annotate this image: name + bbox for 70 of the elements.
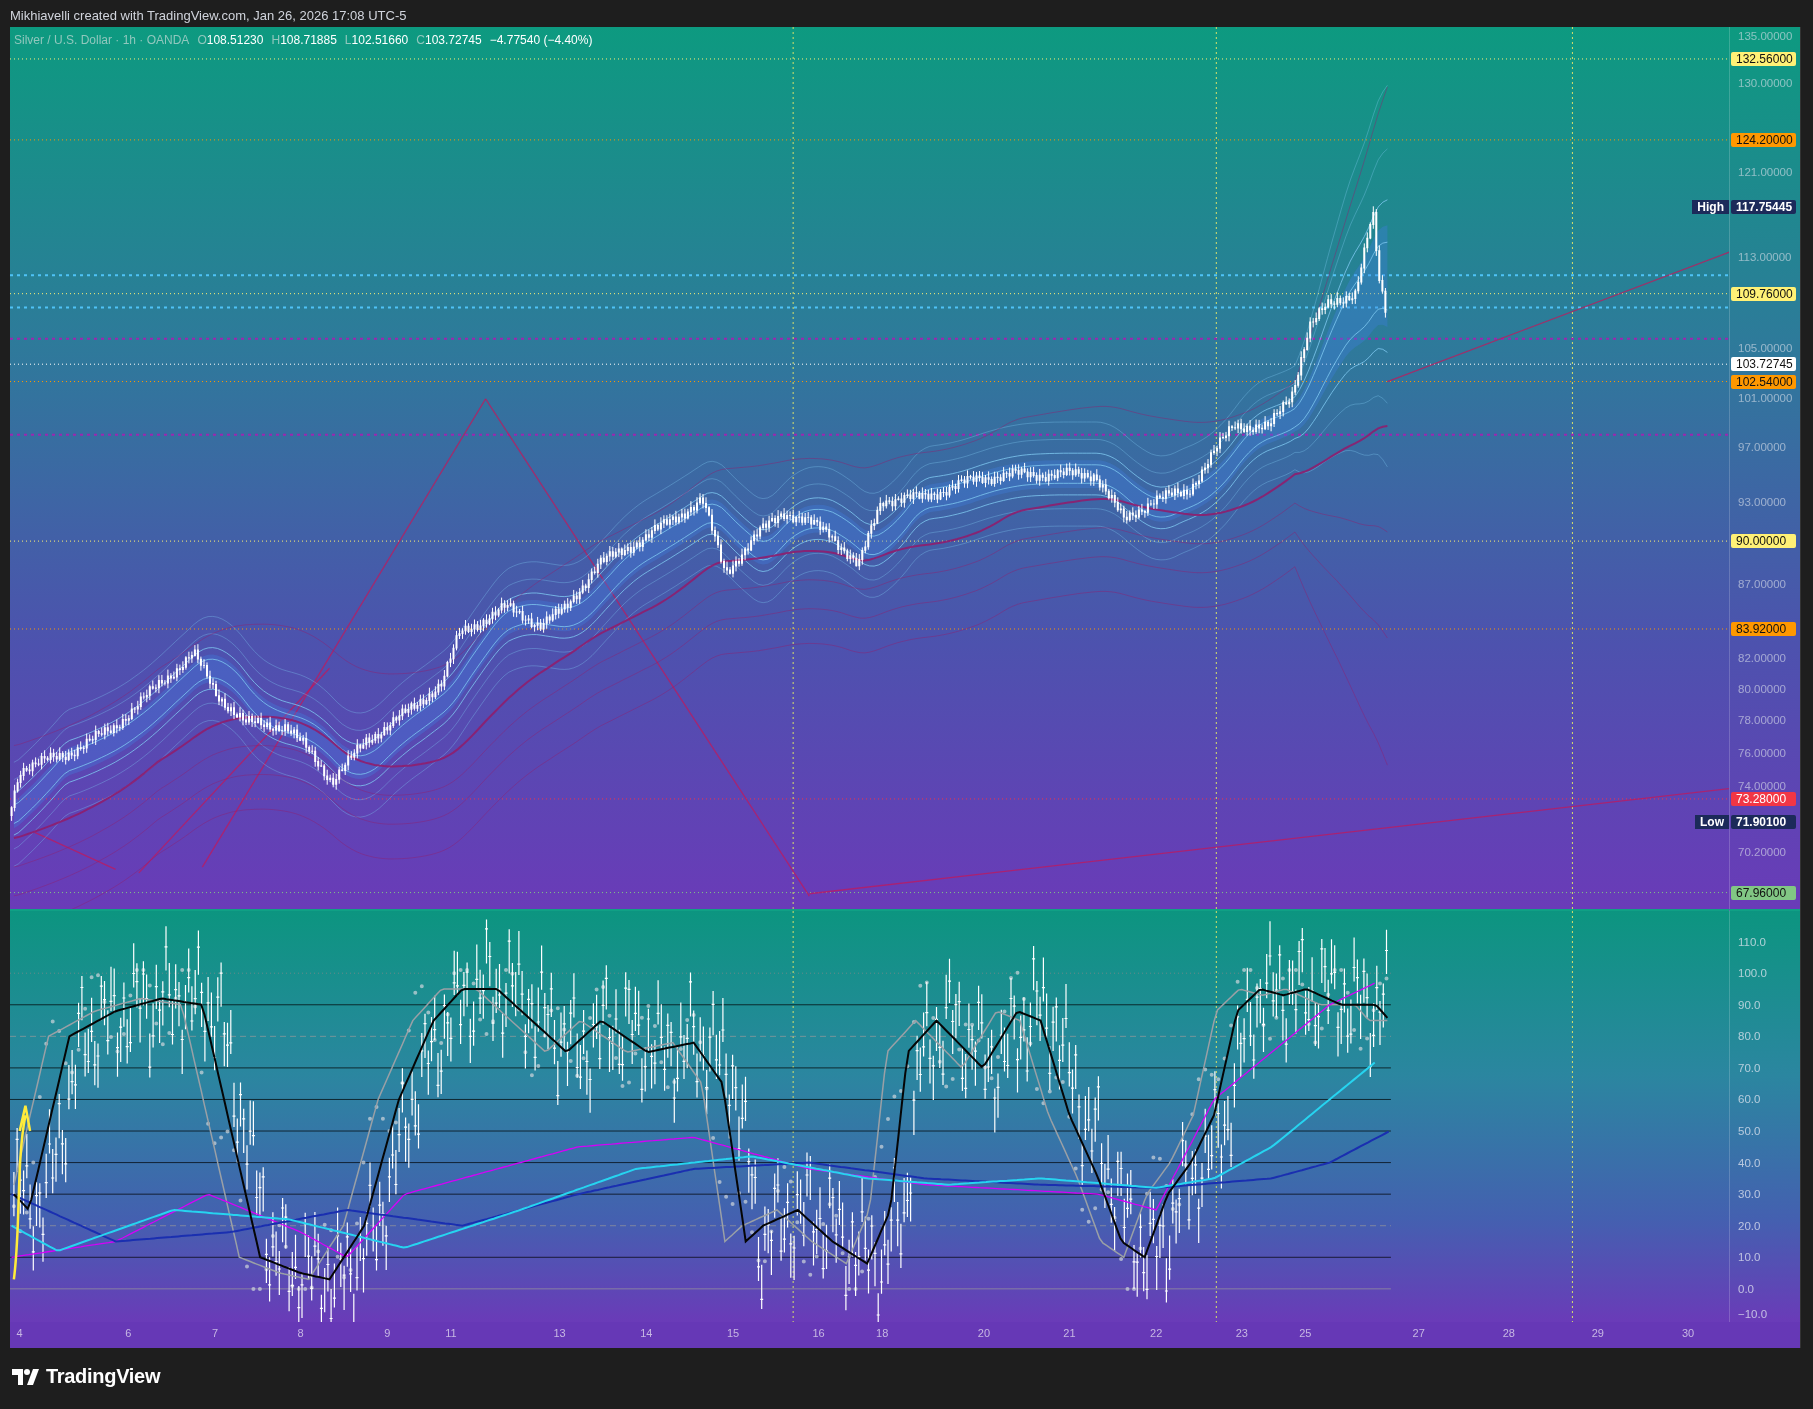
price-label: 101.00000 [1738,390,1793,405]
price-marker: 102.54000 [1731,374,1796,389]
price-label: 70.20000 [1738,845,1786,860]
price-label: 121.00000 [1738,165,1793,180]
symbol-title: Silver / U.S. Dollar · 1h · OANDA [14,33,190,47]
price-marker: 103.72745 [1731,357,1796,372]
price-marker: 117.75445 [1731,199,1796,214]
time-label: 6 [125,1327,132,1339]
time-label: 20 [977,1327,991,1339]
price-marker: 67.96000 [1731,885,1796,900]
oscillator-label: 40.0 [1738,1155,1761,1170]
price-marker: 109.76000 [1731,286,1796,301]
price-label: 82.00000 [1738,650,1786,665]
time-label: 30 [1681,1327,1695,1339]
price-label: 130.00000 [1738,76,1793,91]
extreme-label: High [1692,199,1729,214]
time-label: 8 [297,1327,304,1339]
price-label: 78.00000 [1738,713,1786,728]
price-marker: 73.28000 [1731,791,1796,806]
price-label: 135.00000 [1738,28,1793,43]
price-label: 74.00000 [1738,779,1786,794]
oscillator-label: 100.0 [1738,966,1767,981]
time-label: 22 [1150,1327,1163,1339]
time-label: 29 [1591,1327,1604,1339]
price-label: 93.00000 [1738,494,1786,509]
logo-icon [12,1368,40,1385]
price-label: 80.00000 [1738,682,1786,697]
price-marker: 132.56000 [1731,51,1796,66]
price-marker: 90.00000 [1731,534,1796,549]
ohlc-value: C103.72745 [416,33,482,47]
time-label: 14 [640,1327,653,1339]
attribution-text: Mikhiavelli created with TradingView.com, Jan 26, 2026 17:08 UTC-5 [10,8,407,23]
time-label: 27 [1412,1327,1425,1339]
oscillator-label: 0.0 [1738,1281,1754,1296]
oscillator-label: 80.0 [1738,1029,1761,1044]
price-label: 105.00000 [1738,341,1793,355]
oscillator-label: 90.0 [1738,997,1761,1012]
price-marker: 71.90100 [1731,815,1796,830]
brand-name: TradingView [46,1365,161,1388]
oscillator-label: 60.0 [1738,1092,1761,1107]
time-label: 9 [384,1327,391,1339]
ohlc-value: H108.71885 [271,33,337,47]
ohlc-value: O108.51230 [197,33,264,47]
oscillator-label: 70.0 [1738,1060,1761,1075]
price-marker: 83.92000 [1731,621,1796,636]
oscillator-label: 50.0 [1738,1124,1761,1138]
time-label: 25 [1299,1327,1312,1339]
time-label: 7 [212,1327,219,1339]
time-label: 13 [553,1327,566,1339]
oscillator-label: −10.0 [1738,1307,1768,1321]
price-label: 97.00000 [1738,440,1786,455]
price-marker: 124.20000 [1731,132,1796,147]
time-label: 15 [726,1327,740,1339]
extreme-label: Low [1695,815,1729,830]
ohlc-value: L102.51660 [344,33,409,47]
time-label: 28 [1502,1327,1515,1339]
time-label: 4 [16,1327,23,1339]
time-label: 18 [876,1327,889,1339]
price-change: −4.77540 (−4.40%) [489,33,593,47]
price-label: 76.00000 [1738,745,1786,760]
oscillator-label: 20.0 [1738,1218,1761,1233]
price-label: 87.00000 [1738,576,1786,591]
time-label: 16 [812,1327,825,1339]
time-label: 11 [445,1327,457,1339]
oscillator-label: 110.0 [1738,934,1766,949]
oscillator-label: 10.0 [1738,1250,1761,1265]
time-label: 21 [1063,1327,1076,1339]
oscillator-label: 30.0 [1738,1187,1761,1202]
time-label: 23 [1235,1327,1248,1339]
price-label: 113.00000 [1738,249,1792,264]
